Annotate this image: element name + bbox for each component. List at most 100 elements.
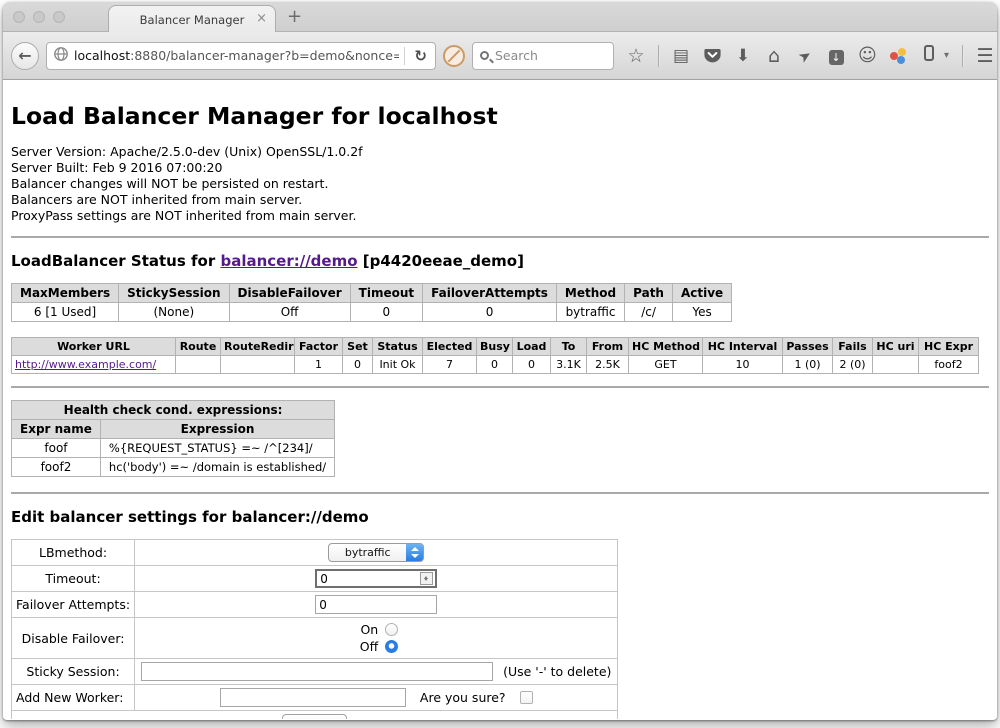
extension-download-icon[interactable]: ↓	[827, 46, 845, 66]
chevron-down-icon[interactable]: ▾	[944, 50, 949, 61]
reload-icon[interactable]: ↻	[410, 47, 431, 65]
back-button[interactable]: ←	[11, 42, 39, 70]
col-expr-name: Expr name	[12, 420, 101, 439]
cell-hc-method: GET	[629, 356, 703, 374]
disable-failover-on-radio[interactable]	[385, 623, 398, 636]
cell-expr-name: foof	[12, 439, 101, 458]
status-heading-suffix: [p4420eeae_demo]	[358, 252, 524, 270]
loadbalancer-status-heading: LoadBalancer Status for balancer://demo …	[11, 252, 989, 270]
col-set: Set	[343, 338, 373, 356]
col-hc-interval: HC Interval	[703, 338, 783, 356]
search-bar[interactable]: Search	[472, 42, 614, 70]
cell-status: Init Ok	[373, 356, 423, 374]
cell-route	[176, 356, 221, 374]
radio-on-label: On	[354, 621, 378, 638]
send-tab-icon[interactable]: ➤	[792, 42, 818, 68]
number-spinner-icon[interactable]	[420, 572, 433, 585]
close-window-button[interactable]	[13, 11, 25, 23]
table-row: foof %{REQUEST_STATUS} =~ /^[234]/	[12, 439, 335, 458]
lbmethod-select[interactable]: bytraffic	[328, 543, 424, 562]
col-hc-uri: HC uri	[873, 338, 919, 356]
balancer-demo-link[interactable]: balancer://demo	[220, 252, 357, 270]
proxypass-note: ProxyPass settings are NOT inherited fro…	[11, 208, 989, 224]
search-placeholder: Search	[495, 48, 538, 63]
home-icon[interactable]: ⌂	[765, 46, 783, 66]
cell-timeout: 0	[350, 303, 422, 322]
failover-attempts-label: Failover Attempts:	[12, 592, 135, 618]
are-you-sure-checkbox[interactable]	[520, 691, 533, 704]
form-row-failover-attempts: Failover Attempts:	[12, 592, 618, 618]
col-from: From	[587, 338, 629, 356]
minimize-window-button[interactable]	[33, 11, 45, 23]
edit-balancer-form: LBmethod: bytraffic Timeout:	[11, 539, 618, 719]
bookmark-star-icon[interactable]: ☆	[627, 46, 645, 66]
failover-attempts-input[interactable]	[315, 595, 437, 614]
url-bar[interactable]: localhost:8880/balancer-manager?b=demo&n…	[46, 42, 436, 70]
form-row-timeout: Timeout:	[12, 566, 618, 592]
radio-off-label: Off	[354, 638, 378, 655]
status-heading-prefix: LoadBalancer Status for	[11, 252, 220, 270]
device-sync-icon[interactable]	[920, 45, 938, 66]
globe-icon	[53, 46, 69, 66]
col-status: Status	[373, 338, 423, 356]
cell-path: /c/	[625, 303, 673, 322]
menu-hamburger-icon[interactable]: ☰	[976, 46, 994, 66]
downloads-icon[interactable]: ⬇	[734, 46, 752, 66]
col-routeredir: RouteRedir	[221, 338, 295, 356]
col-hc-expr: HC Expr	[919, 338, 979, 356]
health-check-table: Health check cond. expressions: Expr nam…	[11, 400, 335, 477]
edit-settings-heading: Edit balancer settings for balancer://de…	[11, 508, 989, 526]
disable-failover-label: Disable Failover:	[12, 618, 135, 659]
form-row-sticky-session: Sticky Session: (Use '-' to delete)	[12, 659, 618, 685]
feedback-smiley-icon[interactable]: ☺	[858, 46, 876, 66]
disable-failover-off-radio[interactable]	[385, 640, 398, 653]
url-text[interactable]: localhost:8880/balancer-manager?b=demo&n…	[74, 48, 399, 63]
col-elected: Elected	[423, 338, 477, 356]
toolbar-divider	[962, 45, 963, 67]
col-load: Load	[513, 338, 551, 356]
cell-failoverattempts: 0	[423, 303, 557, 322]
page-content: Load Balancer Manager for localhost Serv…	[3, 80, 997, 719]
sticky-session-label: Sticky Session:	[12, 659, 135, 685]
timeout-label: Timeout:	[12, 566, 135, 592]
cell-routeredir	[221, 356, 295, 374]
close-tab-icon[interactable]: ×	[256, 11, 267, 27]
cell-busy: 0	[477, 356, 513, 374]
blocked-content-icon[interactable]	[443, 45, 465, 67]
new-tab-button[interactable]: +	[287, 6, 302, 28]
form-row-submit: Submit	[12, 711, 618, 720]
colored-dots-extension-icon[interactable]	[889, 47, 907, 65]
lbmethod-label: LBmethod:	[12, 540, 135, 566]
col-fails: Fails	[833, 338, 873, 356]
divider	[11, 236, 989, 238]
form-row-disable-failover: Disable Failover: On Off	[12, 618, 618, 659]
pocket-icon[interactable]	[703, 48, 721, 64]
tab-balancer-manager[interactable]: Balancer Manager ×	[108, 5, 276, 33]
submit-button[interactable]: Submit	[282, 714, 347, 719]
cell-maxmembers: 6 [1 Used]	[12, 303, 119, 322]
table-title-row: Health check cond. expressions:	[12, 401, 335, 420]
col-passes: Passes	[783, 338, 833, 356]
col-method: Method	[556, 284, 624, 303]
worker-url-link[interactable]: http://www.example.com/	[15, 358, 156, 371]
add-worker-input[interactable]	[220, 688, 406, 707]
reading-list-icon[interactable]: ▤	[672, 46, 690, 66]
sticky-session-hint: (Use '-' to delete)	[503, 664, 611, 679]
table-header-row: Worker URL Route RouteRedir Factor Set S…	[12, 338, 979, 356]
sticky-session-input[interactable]	[141, 662, 493, 681]
search-icon	[480, 51, 489, 60]
table-header-row: Expr name Expression	[12, 420, 335, 439]
window-controls	[13, 11, 65, 23]
col-failoverattempts: FailoverAttempts	[423, 284, 557, 303]
url-domain: localhost	[74, 48, 130, 63]
col-expression: Expression	[100, 420, 334, 439]
timeout-input[interactable]	[315, 569, 437, 588]
col-to: To	[551, 338, 587, 356]
hc-table-title: Health check cond. expressions:	[12, 401, 335, 420]
cell-fails: 2 (0)	[833, 356, 873, 374]
zoom-window-button[interactable]	[53, 11, 65, 23]
cell-hc-expr: foof2	[919, 356, 979, 374]
cell-expression: hc('body') =~ /domain is established/	[100, 458, 334, 477]
tab-bar: Balancer Manager × +	[3, 2, 997, 32]
cell-factor: 1	[295, 356, 343, 374]
